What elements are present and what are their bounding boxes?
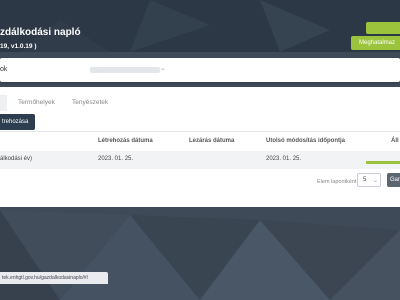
column-status[interactable]: Áll	[391, 138, 399, 144]
farm-selector-value[interactable]	[90, 67, 160, 73]
pager-button[interactable]: Gar	[387, 173, 400, 187]
create-button[interactable]: trehozása	[0, 114, 35, 130]
tab-termohelyek[interactable]: Termőhelyek	[18, 99, 55, 106]
app-version: 19, v1.0.19 )	[0, 43, 37, 50]
status-badge	[366, 161, 400, 164]
column-modified[interactable]: Utolsó módosítás időpontja	[266, 138, 345, 144]
header-pattern	[0, 0, 400, 52]
tab-active[interactable]	[0, 95, 7, 111]
status-url: tek.enhgtl.gov.hu/gazdalkodasinaplo/#/	[0, 272, 108, 284]
page-size-label: Elem lapontként:	[317, 179, 358, 185]
column-created[interactable]: Létrehozás dátuma	[98, 138, 153, 144]
page-size-value: 5	[363, 177, 367, 183]
farm-selector-card: ok ⌄	[0, 58, 400, 82]
app-title: zdálkodási napló	[0, 27, 81, 38]
row-modified: 2023. 01. 25.	[266, 156, 302, 162]
row-created: 2023. 01. 25.	[98, 156, 134, 162]
app-header: zdálkodási napló 19, v1.0.19 ) Meghatalm…	[0, 0, 400, 52]
authorize-button[interactable]: Meghatalmaz	[351, 36, 400, 50]
chevron-down-icon: ⌄	[373, 178, 379, 184]
tab-tenyeszetek[interactable]: Tenyészetek	[72, 99, 108, 106]
page-size-select[interactable]: 5 ⌄	[357, 173, 381, 187]
selector-label: ok	[0, 66, 8, 73]
row-name: álkodási év)	[0, 156, 33, 162]
chevron-down-icon[interactable]: ⌄	[160, 64, 166, 72]
table-row[interactable]: álkodási év) 2023. 01. 25. 2023. 01. 25.	[0, 151, 400, 169]
column-closed[interactable]: Lezárás dátuma	[189, 138, 234, 144]
table-header: Létrehozás dátuma Lezárás dátuma Utolsó …	[0, 131, 400, 153]
main-content-card: Termőhelyek Tenyészetek trehozása Létreh…	[0, 87, 400, 207]
top-action-button[interactable]	[366, 22, 400, 34]
